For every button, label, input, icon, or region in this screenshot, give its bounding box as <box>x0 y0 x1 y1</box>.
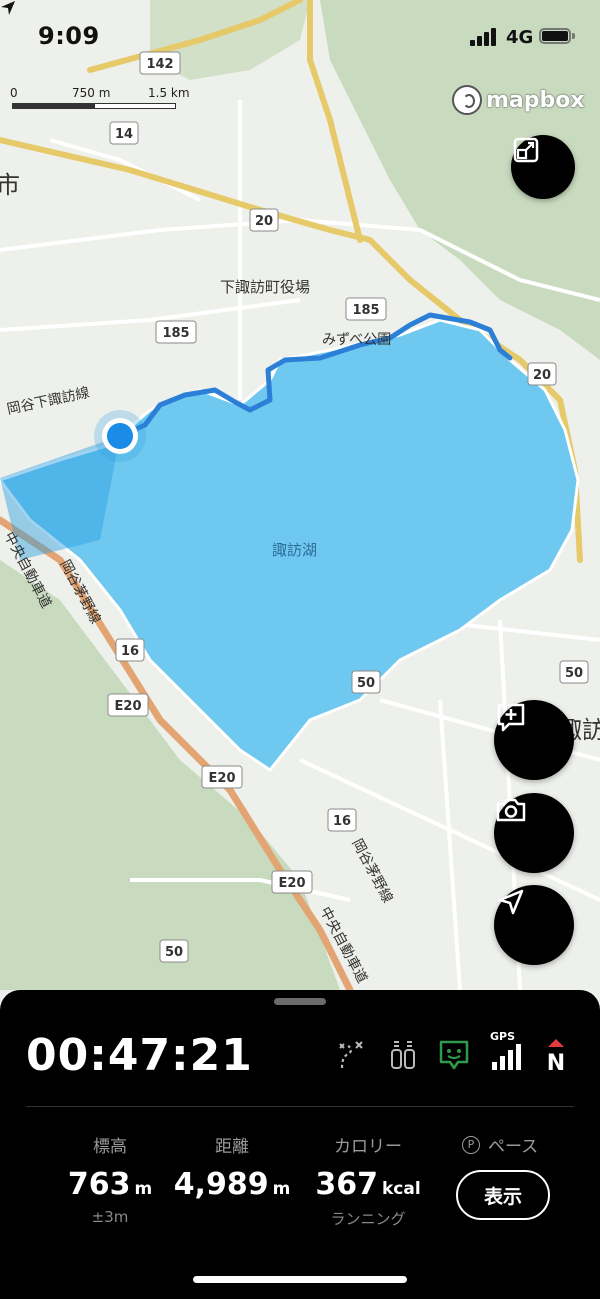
mapbox-attribution[interactable]: mapbox <box>452 84 585 116</box>
stat-elevation: 標高 763 m ±3m <box>40 1132 180 1226</box>
map-label-park: みずべ公園 <box>322 332 391 348</box>
svg-text:50: 50 <box>565 666 583 681</box>
stat-pace-label: ペース <box>488 1137 539 1157</box>
compass-north-icon: N <box>547 1039 565 1076</box>
map-matching-icon <box>439 1040 469 1070</box>
stat-pace: P ペース <box>462 1132 538 1157</box>
camera-icon <box>496 798 526 822</box>
scale-label-start: 0 <box>10 86 18 100</box>
scale-label-end: 1.5 km <box>148 86 190 100</box>
show-pace-button[interactable]: 表示 <box>456 1170 550 1220</box>
stat-distance-unit: m <box>272 1179 291 1199</box>
stat-calories-unit: kcal <box>381 1179 421 1199</box>
road-shield: E20 <box>271 870 313 894</box>
scale-bar-light <box>94 103 176 109</box>
svg-text:16: 16 <box>333 814 351 829</box>
scale-label-mid: 750 m <box>72 86 111 100</box>
map-scale-bar: 0 750 m 1.5 km <box>10 86 200 116</box>
map-matching-indicator[interactable] <box>437 1038 471 1072</box>
map-label-town-hall: 下諏訪町役場 <box>220 278 310 296</box>
road-shield: 16 <box>115 638 145 662</box>
network-type: 4G <box>506 27 534 48</box>
sensor-indicator[interactable] <box>386 1038 420 1072</box>
map-label-city: 市 <box>0 171 20 199</box>
svg-text:20: 20 <box>533 368 551 383</box>
location-services-icon <box>1 1 15 15</box>
stat-calories-label: カロリー <box>334 1137 402 1157</box>
panel-grabber[interactable] <box>274 998 326 1005</box>
road-shield: 185 <box>345 297 387 321</box>
pace-badge-icon: P <box>462 1135 480 1154</box>
expand-icon <box>513 137 539 163</box>
compass-indicator[interactable]: N <box>539 1038 573 1076</box>
svg-text:20: 20 <box>255 214 273 229</box>
stat-calories-value: 367 <box>315 1167 378 1202</box>
svg-text:50: 50 <box>357 676 375 691</box>
locate-button[interactable] <box>494 885 574 965</box>
stat-calories: カロリー 367 kcal ランニング <box>298 1132 438 1229</box>
compass-label: N <box>547 1051 565 1072</box>
activity-panel[interactable]: 00:47:21 GPS N 標高 763 m ±3m 距離 4,989 m カ… <box>0 990 600 1299</box>
road-shield: E20 <box>201 765 243 789</box>
activity-type: ランニング <box>330 1210 406 1228</box>
map-label-lake: 諏訪湖 <box>272 541 317 559</box>
road-shield: 50 <box>159 939 189 963</box>
gps-indicator[interactable] <box>489 1038 523 1072</box>
home-indicator[interactable] <box>193 1276 407 1283</box>
svg-text:E20: E20 <box>115 699 142 714</box>
road-shield: 20 <box>527 362 557 386</box>
add-note-button[interactable] <box>494 700 574 780</box>
locate-icon <box>498 889 524 915</box>
route-off-icon <box>339 1041 363 1069</box>
scale-bar-dark <box>12 103 94 109</box>
status-time: 9:09 <box>38 22 100 50</box>
stat-elevation-value: 763 <box>67 1167 131 1202</box>
stat-distance: 距離 4,989 m <box>162 1132 302 1202</box>
expand-map-button[interactable] <box>511 135 575 199</box>
road-shield: 16 <box>327 808 357 832</box>
road-shield: 20 <box>249 208 279 232</box>
stat-elevation-label: 標高 <box>93 1137 127 1157</box>
stat-elevation-unit: m <box>134 1179 153 1199</box>
svg-text:E20: E20 <box>279 876 306 891</box>
map-view[interactable]: 市 下諏訪町役場 みずべ公園 諏訪湖 岡谷下諏訪線 岡谷茅野線 岡谷茅野線 中央… <box>0 0 600 990</box>
road-shield: 14 <box>109 121 139 145</box>
mapbox-wordmark: mapbox <box>486 87 585 113</box>
svg-text:50: 50 <box>165 945 183 960</box>
cellular-signal-icon <box>470 28 498 46</box>
battery-icon <box>539 28 575 46</box>
current-location-dot <box>107 423 133 449</box>
status-bar: 9:09 4G <box>0 0 600 70</box>
sensor-icon <box>391 1041 415 1069</box>
svg-text:E20: E20 <box>209 771 236 786</box>
panel-divider <box>26 1106 574 1107</box>
road-shield: 50 <box>351 670 381 694</box>
stat-elevation-accuracy: ±3m <box>91 1208 129 1226</box>
gps-signal-icon <box>492 1044 521 1070</box>
road-shield: 185 <box>155 320 197 344</box>
camera-button[interactable] <box>494 793 574 873</box>
svg-text:185: 185 <box>162 326 189 341</box>
svg-text:185: 185 <box>352 303 379 318</box>
road-shield: 50 <box>559 660 589 684</box>
svg-text:14: 14 <box>115 127 133 142</box>
stat-distance-label: 距離 <box>215 1137 249 1157</box>
road-shield: E20 <box>107 693 149 717</box>
route-off-indicator[interactable] <box>334 1038 368 1072</box>
add-note-icon <box>497 703 525 732</box>
mapbox-logo-icon <box>452 85 482 115</box>
svg-text:16: 16 <box>121 644 139 659</box>
stat-distance-value: 4,989 <box>173 1167 269 1202</box>
elapsed-time: 00:47:21 <box>26 1030 253 1081</box>
